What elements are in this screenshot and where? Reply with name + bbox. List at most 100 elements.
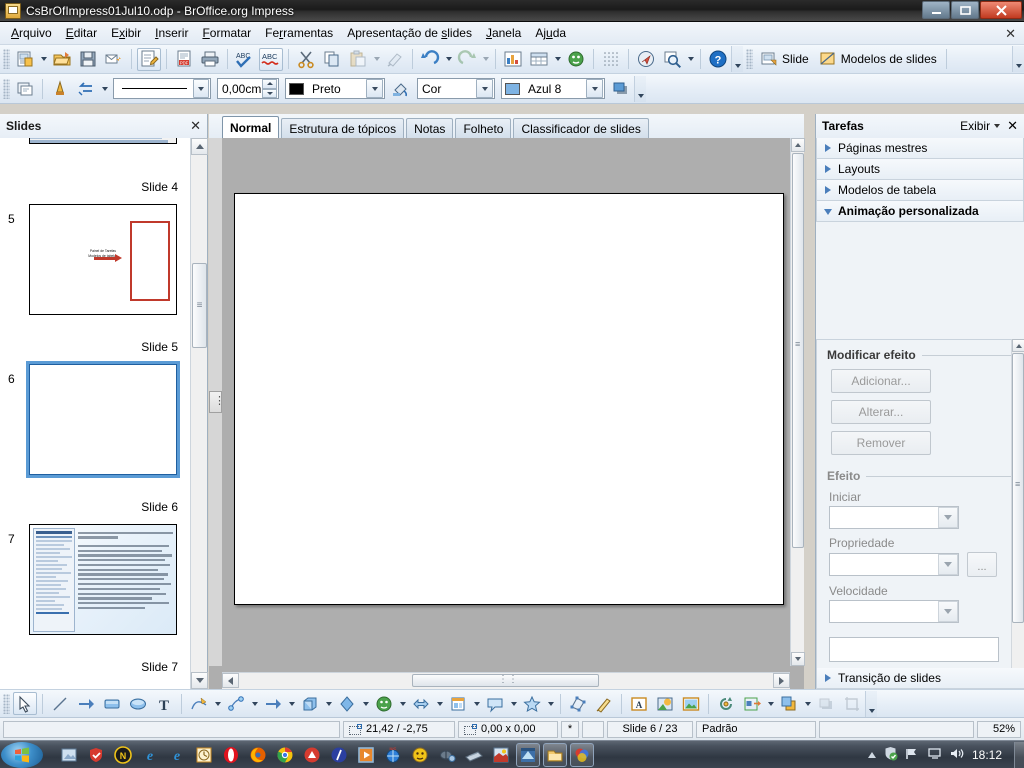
gallery-image-icon[interactable] <box>679 692 703 715</box>
export-pdf-icon[interactable]: PDF <box>172 48 196 71</box>
scroll-down-icon[interactable] <box>191 672 208 689</box>
area-fill-icon[interactable] <box>389 77 413 100</box>
list-item[interactable]: 7 Slide 7 <box>0 518 190 678</box>
rotate-icon[interactable] <box>48 77 72 100</box>
display-grid-icon[interactable] <box>599 48 623 71</box>
drawing-toolbar-overflow-button[interactable] <box>865 690 877 717</box>
opera-icon[interactable] <box>219 743 243 767</box>
line-arrow-end-icon[interactable] <box>74 692 98 715</box>
generic-app-icon[interactable] <box>57 743 81 767</box>
slides-list[interactable]: Slide 4 5 Painel de Tarefas Modelos de t… <box>0 138 190 689</box>
zoom-dropdown-arrow[interactable] <box>685 48 696 71</box>
scrollbar-thumb[interactable] <box>192 263 207 348</box>
menu-janela[interactable]: Janela <box>479 23 528 43</box>
maximize-button[interactable] <box>951 1 979 19</box>
start-orb-icon[interactable] <box>1 741 43 768</box>
editor-horizontal-scrollbar[interactable] <box>222 672 790 689</box>
stars-shapes-icon[interactable] <box>520 692 544 715</box>
new-slide-button[interactable]: Slide <box>755 49 814 70</box>
property-more-button[interactable]: ... <box>967 552 997 577</box>
smiley-shapes-icon[interactable] <box>372 692 396 715</box>
callout-dropdown-arrow[interactable] <box>508 692 519 715</box>
arrange-objects-dropdown-arrow[interactable] <box>802 692 813 715</box>
points-icon[interactable] <box>566 692 590 715</box>
flowchart-dropdown-arrow[interactable] <box>471 692 482 715</box>
toolbar-grip[interactable] <box>3 49 10 69</box>
symbol-shapes-icon[interactable] <box>335 692 359 715</box>
internet-explorer-icon[interactable]: e <box>165 743 189 767</box>
scroll-left-icon[interactable] <box>222 673 239 688</box>
gallery-icon[interactable] <box>564 48 588 71</box>
zoom-icon[interactable] <box>660 48 684 71</box>
scrollbar-thumb[interactable] <box>412 674 599 687</box>
shadow-object-icon[interactable] <box>814 692 838 715</box>
autospellcheck-icon[interactable]: ABC <box>259 47 283 71</box>
rotate-object-icon[interactable] <box>714 692 738 715</box>
start-dropdown-arrow[interactable] <box>938 507 958 528</box>
menu-editar[interactable]: Editar <box>59 23 104 43</box>
basic-shapes-icon[interactable] <box>298 692 322 715</box>
property-combo[interactable] <box>829 553 959 576</box>
line-style-dropdown-arrow[interactable] <box>192 79 209 98</box>
tab-estrutura-de-topicos[interactable]: Estrutura de tópicos <box>281 118 405 138</box>
start-combo[interactable] <box>829 506 959 529</box>
chart-icon[interactable] <box>501 48 525 71</box>
edit-file-icon[interactable] <box>137 47 161 71</box>
scrollbar-thumb[interactable] <box>1012 353 1024 623</box>
internet-explorer-icon[interactable]: e <box>138 743 162 767</box>
change-effect-button[interactable]: Alterar... <box>831 400 931 424</box>
slide-thumbnail[interactable] <box>29 138 177 144</box>
zoom-level-field[interactable]: 52% <box>977 720 1021 738</box>
select-icon[interactable] <box>13 692 37 715</box>
slide-thumbnail[interactable]: Painel de Tarefas Modelos de tabela <box>29 204 177 315</box>
toolbar-grip[interactable] <box>3 693 10 714</box>
line-style-combo[interactable] <box>113 78 211 99</box>
shield-app-icon[interactable] <box>84 743 108 767</box>
block-arrows-dropdown-arrow[interactable] <box>434 692 445 715</box>
media-player-icon[interactable] <box>354 743 378 767</box>
display-icon[interactable] <box>927 746 942 764</box>
slide-thumbnail[interactable] <box>29 524 177 635</box>
fill-type-dropdown-arrow[interactable] <box>476 79 493 98</box>
editor-vertical-scrollbar[interactable] <box>790 138 805 666</box>
text-box-icon[interactable]: T <box>152 692 176 715</box>
arrange-objects-icon[interactable] <box>777 692 801 715</box>
taskbar-clock[interactable]: 18:12 <box>972 748 1002 762</box>
arrange-icon[interactable] <box>74 77 98 100</box>
canvas-background[interactable] <box>222 138 790 666</box>
tasks-section-layouts[interactable]: Layouts <box>816 159 1024 180</box>
scanner-icon[interactable] <box>462 743 486 767</box>
new-document-dropdown-arrow[interactable] <box>38 48 49 71</box>
new-document-icon[interactable] <box>13 48 37 71</box>
scroll-right-icon[interactable] <box>773 673 790 688</box>
paste-dropdown-arrow[interactable] <box>371 48 382 71</box>
tasks-section-transicao-de-slides[interactable]: Transição de slides <box>816 668 1024 689</box>
table-dropdown-arrow[interactable] <box>552 48 563 71</box>
connector-icon[interactable] <box>224 692 248 715</box>
line-color-dropdown-arrow[interactable] <box>366 79 383 98</box>
fill-color-combo[interactable]: Azul 8 <box>501 78 605 99</box>
network-flag-icon[interactable] <box>905 746 920 764</box>
show-desktop-button[interactable] <box>1014 741 1024 768</box>
menu-ferramentas[interactable]: Ferramentas <box>258 23 340 43</box>
list-item[interactable]: 6 Slide 6 <box>0 358 190 518</box>
tasks-section-paginas-mestres[interactable]: Páginas mestres <box>816 138 1024 159</box>
line-icon[interactable] <box>48 692 72 715</box>
tasks-view-label[interactable]: Exibir <box>960 119 990 133</box>
scroll-down-icon[interactable] <box>791 652 805 666</box>
property-dropdown-arrow[interactable] <box>938 554 958 575</box>
rectangle-icon[interactable] <box>100 692 124 715</box>
print-icon[interactable] <box>198 48 222 71</box>
undo-dropdown-arrow[interactable] <box>443 48 454 71</box>
flowchart-shapes-icon[interactable] <box>446 692 470 715</box>
fontwork-icon[interactable]: A <box>627 692 651 715</box>
undo-icon[interactable] <box>418 48 442 71</box>
arrange-dropdown-arrow[interactable] <box>99 77 110 100</box>
close-slides-panel-icon[interactable]: ✕ <box>190 118 201 134</box>
basic-shapes-dropdown-arrow[interactable] <box>323 692 334 715</box>
callout-shapes-icon[interactable] <box>483 692 507 715</box>
connector-dropdown-arrow[interactable] <box>249 692 260 715</box>
scroll-up-icon[interactable] <box>1012 339 1024 352</box>
stars-dropdown-arrow[interactable] <box>545 692 556 715</box>
spellcheck-icon[interactable]: ABC <box>233 48 257 71</box>
